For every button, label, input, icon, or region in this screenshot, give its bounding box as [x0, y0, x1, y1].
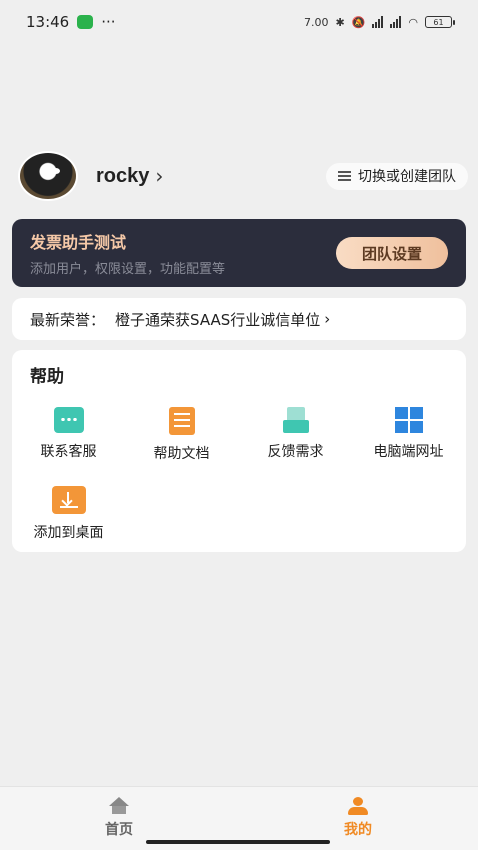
battery-icon: 61	[425, 16, 455, 28]
feedback-icon	[282, 407, 309, 433]
status-time: 13:46	[26, 13, 70, 31]
profile-row: rocky › 切换或创建团队	[18, 151, 468, 201]
status-bar: 13:46 ··· 7.00 ✱ 🔕 ◠ 61	[0, 0, 478, 44]
help-item-label: 联系客服	[40, 444, 97, 460]
help-title: 帮助	[30, 367, 64, 387]
avatar[interactable]	[18, 151, 78, 201]
windows-icon	[394, 407, 423, 433]
signal-1-icon	[372, 16, 384, 28]
help-item-feedback[interactable]: 反馈需求	[239, 407, 352, 461]
help-item-add-to-desktop[interactable]: 添加到桌面	[12, 486, 125, 542]
help-section: 帮助 联系客服 帮助文档 反馈需求 电脑端网址 添加到桌面	[12, 350, 466, 552]
help-item-pc-url[interactable]: 电脑端网址	[352, 407, 465, 461]
silent-icon: 🔕	[351, 15, 366, 29]
status-left: 13:46 ···	[26, 13, 116, 31]
team-card: 发票助手测试 添加用户，权限设置，功能配置等 团队设置	[12, 219, 466, 287]
chevron-right-icon: ›	[155, 164, 164, 188]
help-item-help-document[interactable]: 帮助文档	[125, 407, 238, 463]
tab-home[interactable]: 首页	[79, 797, 159, 839]
wechat-notification-icon	[77, 15, 94, 29]
tab-mine-label: 我的	[344, 822, 372, 838]
add-to-desktop-icon	[51, 486, 86, 514]
list-icon	[338, 171, 351, 181]
status-more: ···	[101, 13, 116, 31]
help-document-icon	[168, 407, 195, 435]
team-name: 发票助手测试	[30, 233, 127, 252]
customer-service-icon	[49, 407, 84, 433]
help-item-label: 反馈需求	[267, 444, 324, 460]
switch-team-button[interactable]: 切换或创建团队	[326, 162, 468, 190]
honor-banner[interactable]: 最新荣誉： 橙子通荣获SAAS行业诚信单位 ›	[12, 298, 466, 340]
network-speed-icon: 7.00	[303, 15, 329, 29]
avatar-eye-right	[52, 168, 60, 174]
switch-team-label: 切换或创建团队	[358, 169, 456, 185]
user-icon	[347, 797, 369, 815]
signal-2-icon	[390, 16, 402, 28]
wifi-icon: ◠	[408, 15, 418, 29]
honor-text: 橙子通荣获SAAS行业诚信单位	[115, 310, 321, 329]
team-settings-button[interactable]: 团队设置	[336, 237, 448, 269]
bluetooth-icon: ✱	[335, 15, 345, 29]
avatar-eye-left	[40, 168, 48, 174]
honor-label: 最新荣誉：	[30, 310, 106, 329]
username: rocky	[96, 164, 150, 187]
help-item-label: 电脑端网址	[373, 444, 444, 460]
status-right: 7.00 ✱ 🔕 ◠ 61	[303, 15, 455, 29]
help-item-label: 添加到桌面	[33, 525, 104, 541]
help-item-customer-service[interactable]: 联系客服	[12, 407, 125, 461]
tab-home-label: 首页	[105, 822, 133, 838]
team-description: 添加用户，权限设置，功能配置等	[30, 262, 226, 277]
team-info: 发票助手测试 添加用户，权限设置，功能配置等	[30, 229, 225, 277]
home-icon	[108, 797, 130, 815]
username-link[interactable]: rocky ›	[96, 164, 163, 188]
chevron-right-icon: ›	[324, 310, 331, 328]
help-item-label: 帮助文档	[153, 446, 210, 462]
home-indicator[interactable]	[146, 840, 330, 844]
tab-mine[interactable]: 我的	[318, 797, 398, 839]
